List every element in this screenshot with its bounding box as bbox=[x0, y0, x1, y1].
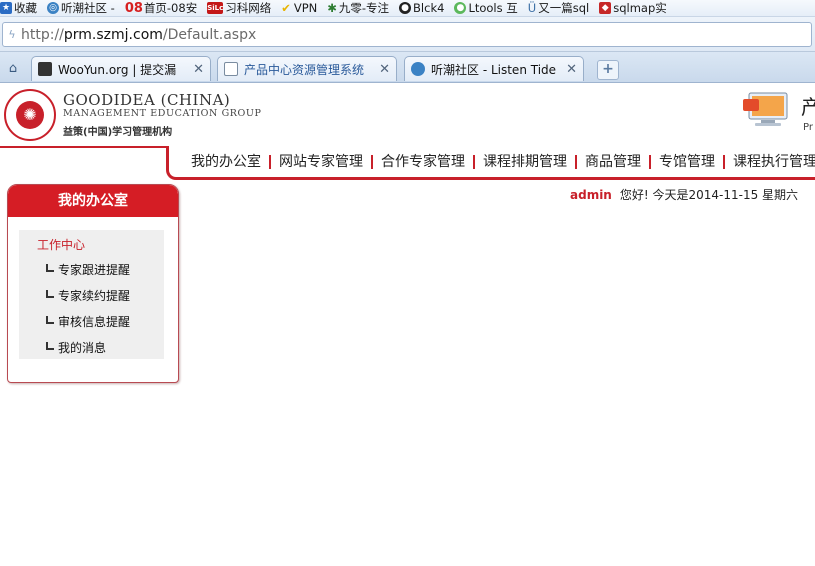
url-host: prm.szmj.com bbox=[63, 26, 163, 43]
bookmark-vpn[interactable]: ✔ VPN bbox=[281, 1, 317, 15]
monitor-icon bbox=[743, 92, 788, 126]
bookmark-favorites[interactable]: ★ 收藏 bbox=[0, 0, 37, 16]
bookmark-label: 九零-专注 bbox=[338, 1, 390, 15]
github-icon: ● bbox=[399, 2, 412, 14]
nav-course-schedule[interactable]: 课程排期管理 bbox=[475, 154, 577, 169]
bookmark-90sec[interactable]: ✱ 九零-专注 bbox=[327, 0, 389, 16]
tab-bar: ⌂ WooYun.org | 提交漏 ✕ 产品中心资源管理系统 ✕ 听潮社区 -… bbox=[0, 52, 815, 83]
nav-course-execution[interactable]: 课程执行管理 bbox=[725, 155, 815, 169]
chat-icon: ● bbox=[454, 2, 467, 14]
bookmark-ltools[interactable]: ● Ltools 互 bbox=[454, 0, 518, 16]
web-page: ✺ GOODIDEA (CHINA) MANAGEMENT EDUCATION … bbox=[0, 83, 815, 566]
bookmarks-bar: ★ 收藏 ◎ 听潮社区 - 08 首页-08安 SiLc 习科网络 ✔ VPN ✱ 九零-专… bbox=[0, 0, 815, 17]
shield-outline-icon: Ü bbox=[527, 1, 537, 15]
bookmark-label: 首页-08安 bbox=[143, 1, 198, 15]
bookmark-silc[interactable]: SiLc 习科网络 bbox=[207, 0, 271, 16]
bookmark-label: 习科网络 bbox=[225, 1, 272, 15]
main-nav: 我的办公室 网站专家管理 合作专家管理 课程排期管理 商品管理 专馆管理 课程执… bbox=[166, 146, 815, 180]
sidebar-menu: 工作中心 专家跟进提醒 专家续约提醒 审核信息提醒 我的消息 bbox=[19, 230, 164, 359]
nav-site-experts[interactable]: 网站专家管理 bbox=[271, 154, 373, 169]
globe-icon: ◎ bbox=[47, 2, 59, 14]
home-icon: ⌂ bbox=[8, 60, 18, 76]
bookmark-label: 听潮社区 - bbox=[61, 1, 115, 15]
document-icon bbox=[224, 62, 238, 76]
sidebar-panel: 我的办公室 工作中心 专家跟进提醒 专家续约提醒 审核信息提醒 我的消息 bbox=[7, 184, 179, 383]
greeting: admin 您好! 今天是2014-11-15 星期六 bbox=[570, 186, 798, 203]
close-icon[interactable]: ✕ bbox=[193, 62, 204, 77]
new-tab-button[interactable]: + bbox=[597, 60, 619, 80]
goodidea-logo: ✺ bbox=[4, 89, 56, 141]
nav-my-office[interactable]: 我的办公室 bbox=[191, 154, 271, 169]
url-input[interactable]: ϟ http://prm.szmj.com/Default.aspx bbox=[2, 22, 812, 47]
sidebar-item-my-messages[interactable]: 我的消息 bbox=[46, 339, 106, 356]
site-08-icon: 08 bbox=[124, 0, 143, 16]
tree-corner-icon bbox=[46, 316, 54, 324]
address-bar: ϟ http://prm.szmj.com/Default.aspx bbox=[0, 17, 815, 52]
tab-listentide[interactable]: 听潮社区 - Listen Tide ✕ bbox=[404, 56, 584, 81]
nav-pavilions[interactable]: 专馆管理 bbox=[651, 154, 725, 169]
check-icon: ✔ bbox=[281, 1, 291, 15]
product-title-en: Pr bbox=[803, 122, 813, 133]
leaf-icon: ✱ bbox=[327, 1, 337, 15]
bookmark-label: Blck4 bbox=[413, 1, 445, 15]
bookmark-blck4[interactable]: ● Blck4 bbox=[399, 1, 444, 15]
seal-icon: ✺ bbox=[16, 101, 44, 129]
close-icon[interactable]: ✕ bbox=[379, 62, 390, 77]
wooyun-icon bbox=[38, 62, 52, 76]
bookmark-label: 又一篇sql bbox=[538, 1, 590, 15]
bookmark-tingchao[interactable]: ◎ 听潮社区 - bbox=[47, 0, 115, 16]
globe-icon bbox=[411, 62, 425, 76]
brand-name-cn: 益策(中国)学习管理机构 bbox=[63, 127, 173, 138]
sidebar-item-expert-followup[interactable]: 专家跟进提醒 bbox=[46, 261, 130, 278]
tree-corner-icon bbox=[46, 290, 54, 298]
site-silc-icon: SiLc bbox=[207, 2, 224, 14]
sidebar-item-review-info[interactable]: 审核信息提醒 bbox=[46, 313, 130, 330]
home-button[interactable]: ⌂ bbox=[2, 58, 24, 78]
nav-products[interactable]: 商品管理 bbox=[577, 154, 651, 169]
bookmark-08[interactable]: 08 首页-08安 bbox=[125, 0, 197, 16]
tab-label: 产品中心资源管理系统 bbox=[244, 62, 365, 77]
bookmark-sqlmap[interactable]: ◆ sqlmap实 bbox=[599, 0, 667, 16]
sidebar-item-expert-renewal[interactable]: 专家续约提醒 bbox=[46, 287, 130, 304]
bookmark-label: VPN bbox=[293, 1, 318, 15]
tree-corner-icon bbox=[46, 342, 54, 350]
sidebar-title: 我的办公室 bbox=[8, 185, 178, 217]
url-text: http://prm.szmj.com/Default.aspx bbox=[21, 26, 257, 43]
tree-corner-icon bbox=[46, 264, 54, 272]
star-icon: ★ bbox=[0, 2, 12, 14]
tab-prm[interactable]: 产品中心资源管理系统 ✕ bbox=[217, 56, 397, 81]
nav-partner-experts[interactable]: 合作专家管理 bbox=[373, 154, 475, 169]
bookmark-label: 收藏 bbox=[14, 1, 37, 15]
greeting-text: 您好! 今天是2014-11-15 星期六 bbox=[619, 188, 799, 202]
tab-label: WooYun.org | 提交漏 bbox=[58, 62, 177, 77]
product-title-cn: 产 bbox=[801, 95, 815, 119]
sidebar-section-work-center[interactable]: 工作中心 bbox=[37, 236, 85, 253]
url-path: /Default.aspx bbox=[162, 26, 257, 43]
tab-label: 听潮社区 - Listen Tide bbox=[431, 62, 557, 77]
brand-subtitle: MANAGEMENT EDUCATION GROUP bbox=[63, 108, 262, 119]
bookmark-label: sqlmap实 bbox=[613, 1, 667, 15]
tab-wooyun[interactable]: WooYun.org | 提交漏 ✕ bbox=[31, 56, 211, 81]
bookmark-sql[interactable]: Ü 又一篇sql bbox=[528, 0, 589, 16]
username: admin bbox=[570, 188, 612, 202]
close-icon[interactable]: ✕ bbox=[566, 62, 577, 77]
shield-icon: ◆ bbox=[599, 2, 612, 14]
brand-name-en: GOODIDEA (CHINA) bbox=[63, 91, 231, 109]
bolt-icon: ϟ bbox=[8, 28, 16, 41]
bookmark-label: Ltools 互 bbox=[468, 1, 518, 15]
